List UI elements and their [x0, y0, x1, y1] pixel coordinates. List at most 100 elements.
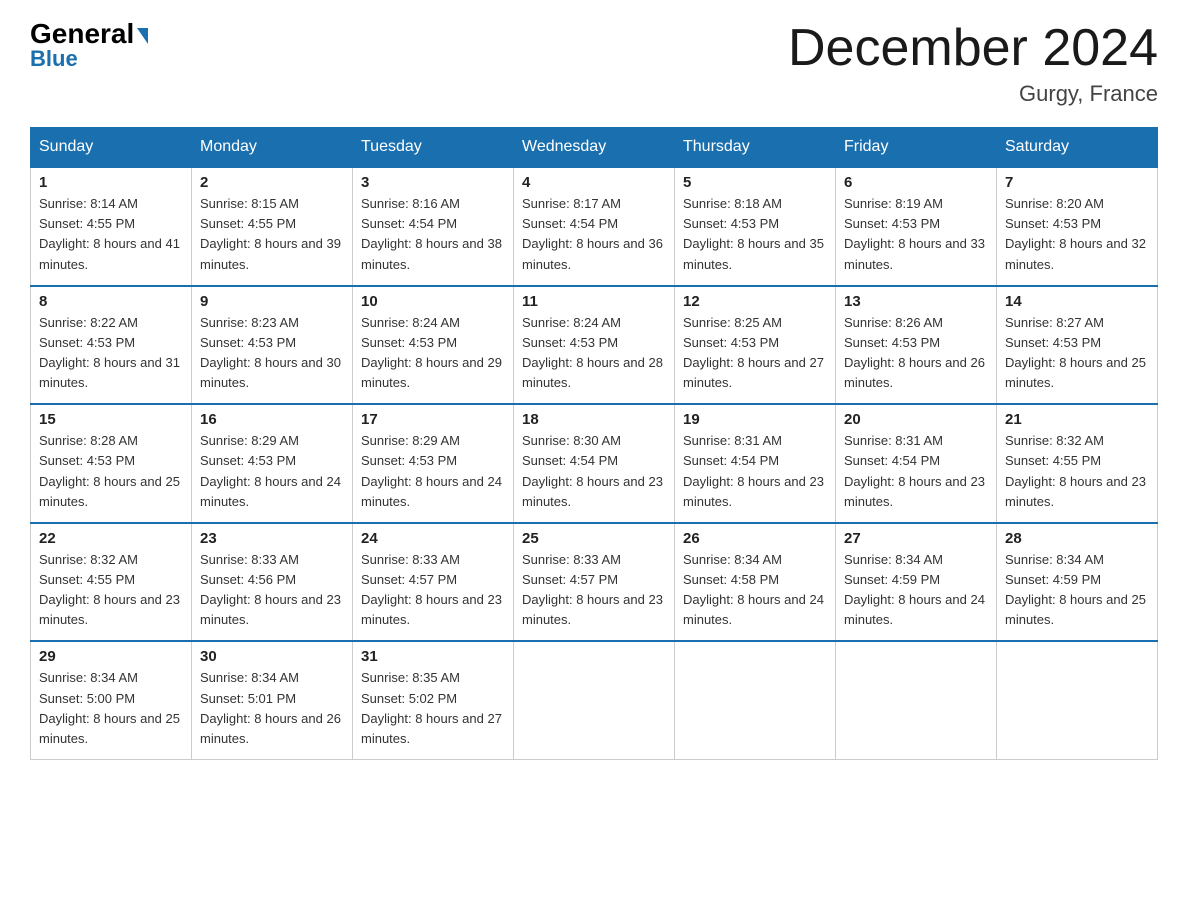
table-row: 3 Sunrise: 8:16 AM Sunset: 4:54 PM Dayli…	[353, 167, 514, 286]
day-number: 28	[1005, 530, 1149, 547]
day-number: 18	[522, 411, 666, 428]
day-info: Sunrise: 8:19 AM Sunset: 4:53 PM Dayligh…	[844, 194, 988, 275]
day-info: Sunrise: 8:17 AM Sunset: 4:54 PM Dayligh…	[522, 194, 666, 275]
day-number: 10	[361, 293, 505, 310]
day-info: Sunrise: 8:34 AM Sunset: 4:59 PM Dayligh…	[844, 550, 988, 631]
table-row: 20 Sunrise: 8:31 AM Sunset: 4:54 PM Dayl…	[836, 404, 997, 523]
day-info: Sunrise: 8:34 AM Sunset: 4:59 PM Dayligh…	[1005, 550, 1149, 631]
table-row: 31 Sunrise: 8:35 AM Sunset: 5:02 PM Dayl…	[353, 641, 514, 759]
day-number: 31	[361, 648, 505, 665]
calendar-week-row: 15 Sunrise: 8:28 AM Sunset: 4:53 PM Dayl…	[31, 404, 1158, 523]
day-number: 27	[844, 530, 988, 547]
table-row: 15 Sunrise: 8:28 AM Sunset: 4:53 PM Dayl…	[31, 404, 192, 523]
day-number: 30	[200, 648, 344, 665]
day-info: Sunrise: 8:28 AM Sunset: 4:53 PM Dayligh…	[39, 431, 183, 512]
day-number: 26	[683, 530, 827, 547]
logo-general: General	[30, 20, 148, 48]
day-info: Sunrise: 8:33 AM Sunset: 4:56 PM Dayligh…	[200, 550, 344, 631]
table-row: 19 Sunrise: 8:31 AM Sunset: 4:54 PM Dayl…	[675, 404, 836, 523]
day-info: Sunrise: 8:24 AM Sunset: 4:53 PM Dayligh…	[361, 313, 505, 394]
calendar-week-row: 8 Sunrise: 8:22 AM Sunset: 4:53 PM Dayli…	[31, 286, 1158, 405]
table-row: 27 Sunrise: 8:34 AM Sunset: 4:59 PM Dayl…	[836, 523, 997, 642]
table-row: 17 Sunrise: 8:29 AM Sunset: 4:53 PM Dayl…	[353, 404, 514, 523]
table-row: 10 Sunrise: 8:24 AM Sunset: 4:53 PM Dayl…	[353, 286, 514, 405]
day-number: 22	[39, 530, 183, 547]
day-info: Sunrise: 8:18 AM Sunset: 4:53 PM Dayligh…	[683, 194, 827, 275]
table-row: 16 Sunrise: 8:29 AM Sunset: 4:53 PM Dayl…	[192, 404, 353, 523]
calendar-header-row: Sunday Monday Tuesday Wednesday Thursday…	[31, 128, 1158, 168]
table-row	[997, 641, 1158, 759]
table-row: 22 Sunrise: 8:32 AM Sunset: 4:55 PM Dayl…	[31, 523, 192, 642]
day-number: 16	[200, 411, 344, 428]
day-number: 20	[844, 411, 988, 428]
day-info: Sunrise: 8:29 AM Sunset: 4:53 PM Dayligh…	[361, 431, 505, 512]
table-row: 8 Sunrise: 8:22 AM Sunset: 4:53 PM Dayli…	[31, 286, 192, 405]
day-info: Sunrise: 8:16 AM Sunset: 4:54 PM Dayligh…	[361, 194, 505, 275]
day-info: Sunrise: 8:14 AM Sunset: 4:55 PM Dayligh…	[39, 194, 183, 275]
table-row: 24 Sunrise: 8:33 AM Sunset: 4:57 PM Dayl…	[353, 523, 514, 642]
calendar-week-row: 29 Sunrise: 8:34 AM Sunset: 5:00 PM Dayl…	[31, 641, 1158, 759]
table-row: 2 Sunrise: 8:15 AM Sunset: 4:55 PM Dayli…	[192, 167, 353, 286]
day-number: 8	[39, 293, 183, 310]
table-row: 26 Sunrise: 8:34 AM Sunset: 4:58 PM Dayl…	[675, 523, 836, 642]
day-number: 1	[39, 174, 183, 191]
day-info: Sunrise: 8:24 AM Sunset: 4:53 PM Dayligh…	[522, 313, 666, 394]
day-info: Sunrise: 8:25 AM Sunset: 4:53 PM Dayligh…	[683, 313, 827, 394]
day-info: Sunrise: 8:33 AM Sunset: 4:57 PM Dayligh…	[522, 550, 666, 631]
calendar-table: Sunday Monday Tuesday Wednesday Thursday…	[30, 127, 1158, 760]
day-info: Sunrise: 8:26 AM Sunset: 4:53 PM Dayligh…	[844, 313, 988, 394]
month-title: December 2024	[788, 20, 1158, 77]
table-row	[836, 641, 997, 759]
table-row: 7 Sunrise: 8:20 AM Sunset: 4:53 PM Dayli…	[997, 167, 1158, 286]
col-thursday: Thursday	[675, 128, 836, 168]
page-header: General Blue December 2024 Gurgy, France	[30, 20, 1158, 107]
day-info: Sunrise: 8:27 AM Sunset: 4:53 PM Dayligh…	[1005, 313, 1149, 394]
logo: General Blue	[30, 20, 148, 72]
day-number: 14	[1005, 293, 1149, 310]
table-row: 1 Sunrise: 8:14 AM Sunset: 4:55 PM Dayli…	[31, 167, 192, 286]
table-row: 14 Sunrise: 8:27 AM Sunset: 4:53 PM Dayl…	[997, 286, 1158, 405]
day-number: 11	[522, 293, 666, 310]
col-wednesday: Wednesday	[514, 128, 675, 168]
day-info: Sunrise: 8:32 AM Sunset: 4:55 PM Dayligh…	[39, 550, 183, 631]
table-row: 5 Sunrise: 8:18 AM Sunset: 4:53 PM Dayli…	[675, 167, 836, 286]
day-info: Sunrise: 8:29 AM Sunset: 4:53 PM Dayligh…	[200, 431, 344, 512]
day-number: 19	[683, 411, 827, 428]
title-section: December 2024 Gurgy, France	[788, 20, 1158, 107]
table-row: 9 Sunrise: 8:23 AM Sunset: 4:53 PM Dayli…	[192, 286, 353, 405]
col-monday: Monday	[192, 128, 353, 168]
day-number: 17	[361, 411, 505, 428]
day-number: 24	[361, 530, 505, 547]
table-row: 25 Sunrise: 8:33 AM Sunset: 4:57 PM Dayl…	[514, 523, 675, 642]
day-info: Sunrise: 8:34 AM Sunset: 4:58 PM Dayligh…	[683, 550, 827, 631]
day-number: 12	[683, 293, 827, 310]
day-number: 7	[1005, 174, 1149, 191]
day-info: Sunrise: 8:34 AM Sunset: 5:00 PM Dayligh…	[39, 668, 183, 749]
table-row	[675, 641, 836, 759]
col-tuesday: Tuesday	[353, 128, 514, 168]
table-row: 4 Sunrise: 8:17 AM Sunset: 4:54 PM Dayli…	[514, 167, 675, 286]
table-row	[514, 641, 675, 759]
table-row: 6 Sunrise: 8:19 AM Sunset: 4:53 PM Dayli…	[836, 167, 997, 286]
day-info: Sunrise: 8:20 AM Sunset: 4:53 PM Dayligh…	[1005, 194, 1149, 275]
table-row: 11 Sunrise: 8:24 AM Sunset: 4:53 PM Dayl…	[514, 286, 675, 405]
calendar-week-row: 1 Sunrise: 8:14 AM Sunset: 4:55 PM Dayli…	[31, 167, 1158, 286]
table-row: 18 Sunrise: 8:30 AM Sunset: 4:54 PM Dayl…	[514, 404, 675, 523]
day-info: Sunrise: 8:33 AM Sunset: 4:57 PM Dayligh…	[361, 550, 505, 631]
day-number: 15	[39, 411, 183, 428]
day-number: 13	[844, 293, 988, 310]
logo-blue-text: Blue	[30, 46, 78, 72]
table-row: 29 Sunrise: 8:34 AM Sunset: 5:00 PM Dayl…	[31, 641, 192, 759]
day-number: 23	[200, 530, 344, 547]
day-number: 29	[39, 648, 183, 665]
day-number: 6	[844, 174, 988, 191]
day-info: Sunrise: 8:15 AM Sunset: 4:55 PM Dayligh…	[200, 194, 344, 275]
table-row: 21 Sunrise: 8:32 AM Sunset: 4:55 PM Dayl…	[997, 404, 1158, 523]
day-number: 2	[200, 174, 344, 191]
table-row: 28 Sunrise: 8:34 AM Sunset: 4:59 PM Dayl…	[997, 523, 1158, 642]
day-info: Sunrise: 8:32 AM Sunset: 4:55 PM Dayligh…	[1005, 431, 1149, 512]
day-info: Sunrise: 8:22 AM Sunset: 4:53 PM Dayligh…	[39, 313, 183, 394]
day-info: Sunrise: 8:34 AM Sunset: 5:01 PM Dayligh…	[200, 668, 344, 749]
day-info: Sunrise: 8:35 AM Sunset: 5:02 PM Dayligh…	[361, 668, 505, 749]
day-number: 3	[361, 174, 505, 191]
